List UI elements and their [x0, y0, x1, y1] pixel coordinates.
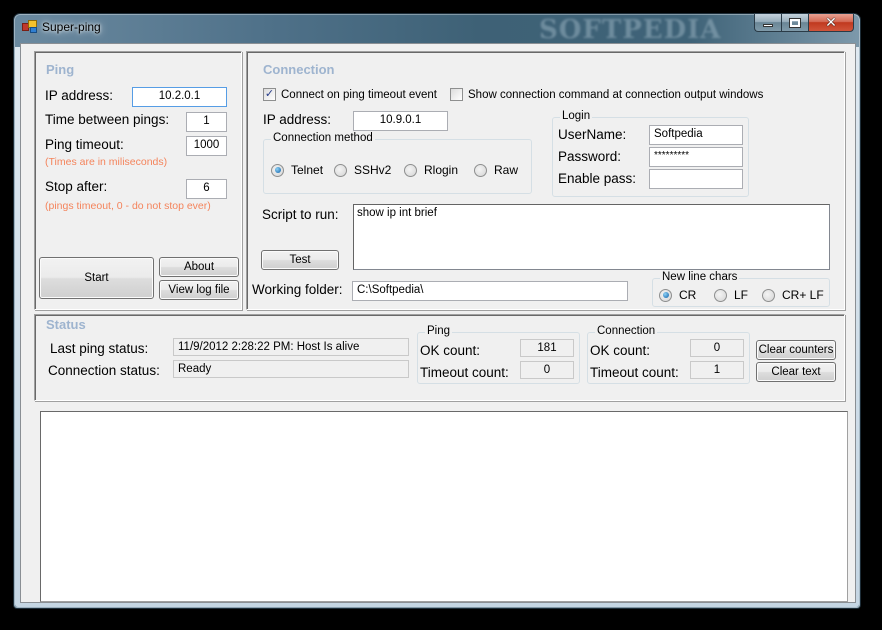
conn-ok-label: OK count:: [590, 343, 651, 358]
method-raw-label: Raw: [494, 163, 519, 177]
last-ping-label: Last ping status:: [50, 341, 149, 356]
enable-pass-label: Enable pass:: [558, 171, 637, 186]
connection-counters-title: Connection: [595, 325, 658, 337]
start-button[interactable]: Start: [39, 257, 154, 299]
ping-title: Ping: [46, 62, 75, 77]
conn-timeout-count-value: 1: [690, 361, 744, 379]
clear-text-button[interactable]: Clear text: [756, 362, 836, 382]
connect-on-timeout-checkbox[interactable]: ✓ Connect on ping timeout event: [263, 88, 437, 101]
radio-selected-icon: [659, 288, 672, 302]
newline-cr-label: CR: [679, 288, 697, 302]
client-area: Ping IP address: 10.2.0.1 Time between p…: [20, 43, 856, 603]
working-folder-label: Working folder:: [252, 282, 343, 297]
clear-counters-button[interactable]: Clear counters: [756, 340, 836, 360]
radio-unselected-icon: [474, 163, 487, 177]
conn-timeout-count-label: Timeout count:: [590, 365, 679, 380]
title-bar[interactable]: Super-ping SOFTPEDIA ✕: [14, 13, 860, 45]
method-telnet-label: Telnet: [291, 163, 324, 177]
connection-title: Connection: [263, 62, 335, 77]
conn-ip-input[interactable]: 10.9.0.1: [353, 111, 448, 131]
ping-interval-label: Time between pings:: [45, 112, 170, 127]
newline-crlf-radio[interactable]: CR+ LF: [762, 288, 824, 302]
stop-after-hint: (pings timeout, 0 - do not stop ever): [45, 200, 211, 212]
caption-buttons: ✕: [754, 13, 854, 32]
conn-ip-label: IP address:: [263, 112, 332, 127]
script-label: Script to run:: [262, 207, 339, 222]
method-rlogin-label: Rlogin: [424, 163, 459, 177]
newline-lf-radio[interactable]: LF: [714, 288, 748, 302]
connection-panel: Connection ✓ Connect on ping timeout eve…: [246, 51, 845, 310]
app-window: Super-ping SOFTPEDIA ✕ Ping IP address: …: [13, 13, 861, 609]
ping-timeout-count-value: 0: [520, 361, 574, 379]
show-command-checkbox[interactable]: Show connection command at connection ou…: [450, 88, 763, 101]
ping-counters-title: Ping: [425, 325, 453, 337]
method-rlogin-radio[interactable]: Rlogin: [404, 163, 458, 177]
script-textarea[interactable]: show ip int brief: [353, 204, 830, 270]
ping-timeout-count-label: Timeout count:: [420, 365, 509, 380]
connection-status-label: Connection status:: [48, 363, 160, 378]
method-sshv2-label: SSHv2: [354, 163, 392, 177]
password-input[interactable]: *********: [649, 147, 743, 167]
login-title: Login: [560, 110, 593, 122]
radio-unselected-icon: [762, 288, 775, 302]
method-telnet-radio[interactable]: Telnet: [271, 163, 323, 177]
working-folder-input[interactable]: C:\Softpedia\: [352, 281, 628, 301]
ping-interval-input[interactable]: 1: [186, 112, 227, 132]
close-button[interactable]: ✕: [808, 13, 854, 32]
connect-on-timeout-label: Connect on ping timeout event: [281, 88, 437, 101]
about-button[interactable]: About: [159, 257, 239, 277]
radio-selected-icon: [271, 163, 284, 177]
maximize-button[interactable]: [781, 13, 808, 32]
ping-timeout-label: Ping timeout:: [45, 137, 124, 152]
username-input[interactable]: Softpedia: [649, 125, 743, 145]
stop-after-input[interactable]: 6: [186, 179, 227, 199]
ping-timeout-input[interactable]: 1000: [186, 136, 227, 156]
checkbox-checked-icon: ✓: [263, 88, 276, 101]
connection-method-title: Connection method: [271, 132, 375, 144]
status-panel: Status Last ping status: 11/9/2012 2:28:…: [34, 314, 845, 401]
newline-title: New line chars: [660, 271, 740, 283]
stop-after-label: Stop after:: [45, 179, 108, 194]
app-icon: [22, 20, 38, 34]
close-icon: ✕: [825, 14, 837, 31]
checkbox-unchecked-icon: [450, 88, 463, 101]
ping-panel: Ping IP address: 10.2.0.1 Time between p…: [34, 51, 242, 310]
window-title: Super-ping: [42, 20, 101, 34]
enable-pass-input[interactable]: [649, 169, 743, 189]
ping-ok-label: OK count:: [420, 343, 481, 358]
conn-ok-value: 0: [690, 339, 744, 357]
connection-counters-group: Connection OK count: 0 Timeout count: 1: [587, 325, 750, 384]
maximize-icon: [789, 17, 801, 28]
test-button[interactable]: Test: [261, 250, 339, 270]
show-command-label: Show connection command at connection ou…: [468, 88, 764, 101]
ping-ip-input[interactable]: 10.2.0.1: [132, 87, 227, 107]
newline-group: New line chars CR LF CR+ LF: [652, 271, 830, 307]
radio-unselected-icon: [334, 163, 347, 177]
newline-lf-label: LF: [734, 288, 749, 302]
watermark: SOFTPEDIA: [539, 15, 722, 45]
ping-timeout-hint: (Times are in miliseconds): [45, 156, 168, 168]
password-label: Password:: [558, 149, 622, 164]
output-textarea[interactable]: [40, 411, 848, 602]
method-raw-radio[interactable]: Raw: [474, 163, 518, 177]
ping-ok-value: 181: [520, 339, 574, 357]
minimize-button[interactable]: [754, 13, 781, 32]
minimize-icon: [763, 24, 773, 27]
connection-method-group: Connection method Telnet SSHv2 Rlogin Ra…: [263, 132, 532, 194]
ping-ip-label: IP address:: [45, 88, 114, 103]
view-log-button[interactable]: View log file: [159, 280, 239, 300]
ping-counters-group: Ping OK count: 181 Timeout count: 0: [417, 325, 580, 384]
newline-cr-radio[interactable]: CR: [659, 288, 696, 302]
connection-status-value: Ready: [173, 360, 409, 378]
login-group: Login UserName: Softpedia Password: ****…: [552, 110, 749, 197]
radio-unselected-icon: [404, 163, 417, 177]
radio-unselected-icon: [714, 288, 727, 302]
last-ping-value: 11/9/2012 2:28:22 PM: Host Is alive: [173, 338, 409, 356]
newline-crlf-label: CR+ LF: [782, 288, 824, 302]
method-sshv2-radio[interactable]: SSHv2: [334, 163, 391, 177]
status-title: Status: [46, 317, 86, 332]
username-label: UserName:: [558, 127, 627, 142]
